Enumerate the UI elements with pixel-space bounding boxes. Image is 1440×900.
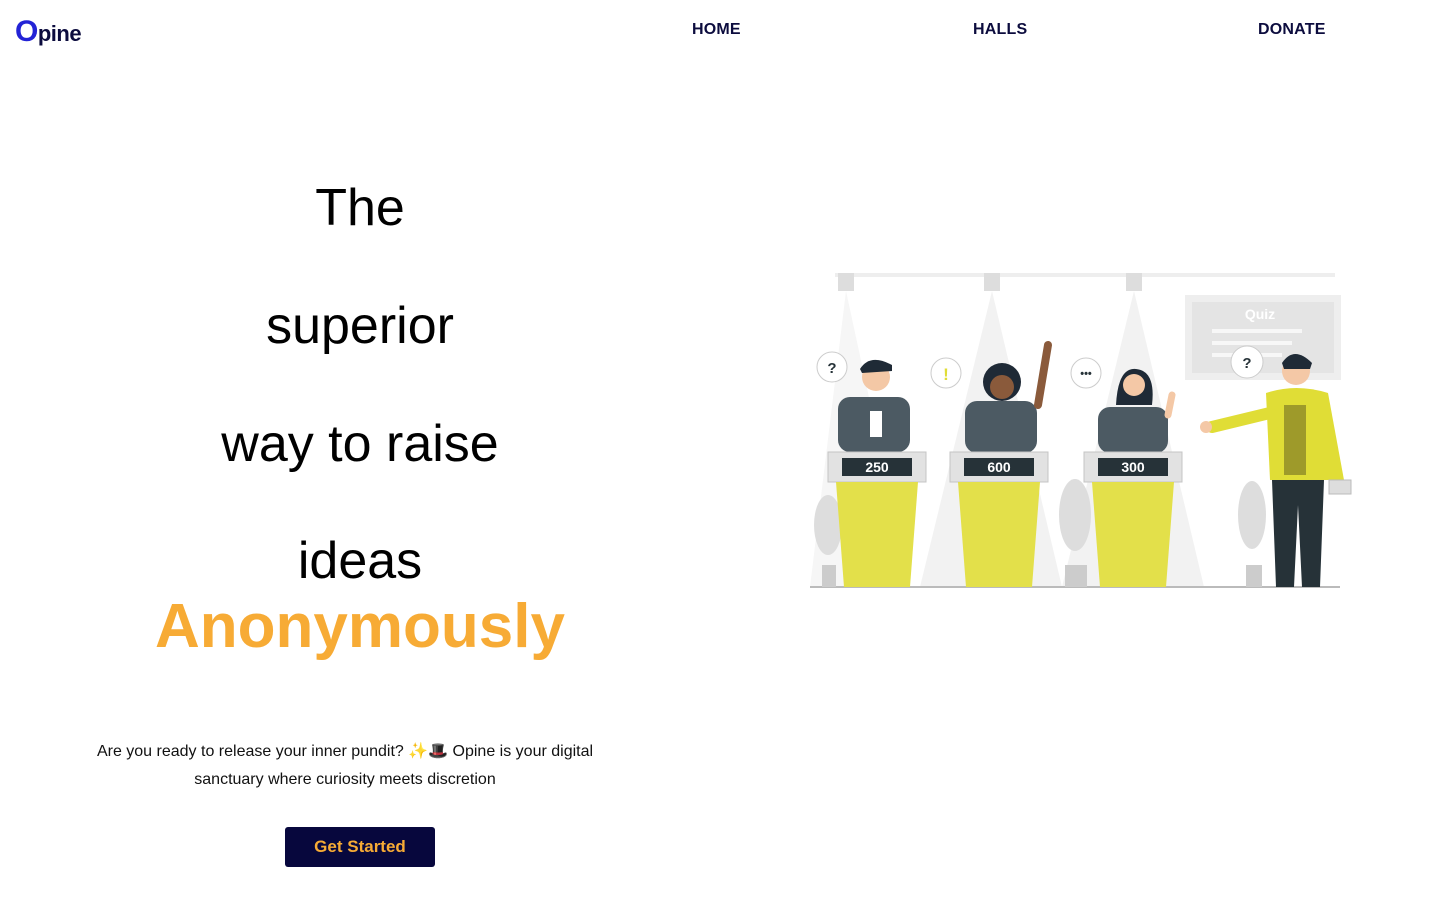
logo-initial: O: [15, 15, 38, 48]
hero-subtitle: Are you ready to release your inner pund…: [96, 743, 594, 788]
contestant-3: [1098, 368, 1176, 453]
logo[interactable]: Opine: [15, 15, 82, 51]
podium-score-3: 300: [1121, 459, 1145, 475]
nav-home-link[interactable]: HOME: [692, 21, 741, 39]
svg-text:?: ?: [1242, 355, 1251, 372]
podium-score-2: 600: [987, 459, 1011, 475]
svg-text:!: !: [943, 365, 949, 384]
hero-line-1: The: [315, 179, 405, 237]
hero-line-3: way to raise: [221, 415, 499, 473]
question-bubble-icon: ?: [816, 351, 848, 383]
svg-text:•••: •••: [1080, 368, 1092, 380]
ellipsis-bubble-icon: •••: [1070, 357, 1102, 389]
question-bubble-icon: ?: [1230, 345, 1264, 379]
svg-text:?: ?: [827, 360, 836, 377]
nav-halls-link[interactable]: HALLS: [973, 21, 1027, 39]
hero-line-2: superior: [266, 297, 454, 355]
logo-text: pine: [37, 21, 82, 46]
exclamation-bubble-icon: !: [930, 357, 962, 389]
podium-3: 300: [1083, 451, 1183, 587]
quiz-host: [1200, 354, 1352, 587]
hero-line-4: ideas: [297, 532, 423, 590]
plant-icon: [1059, 479, 1091, 587]
hero-accent-word: Anonymously: [155, 592, 565, 661]
podium-2: 600: [949, 451, 1049, 587]
nav-donate-link[interactable]: DONATE: [1258, 21, 1326, 39]
screen-label: Quiz: [1245, 306, 1275, 322]
podium-1: 250: [827, 451, 927, 587]
plant-icon: [1238, 481, 1266, 587]
quiz-show-illustration: Quiz 250 600 300 ? ! ••• ?: [810, 273, 1352, 588]
podium-score-1: 250: [865, 459, 889, 475]
get-started-button[interactable]: Get Started: [285, 827, 435, 867]
